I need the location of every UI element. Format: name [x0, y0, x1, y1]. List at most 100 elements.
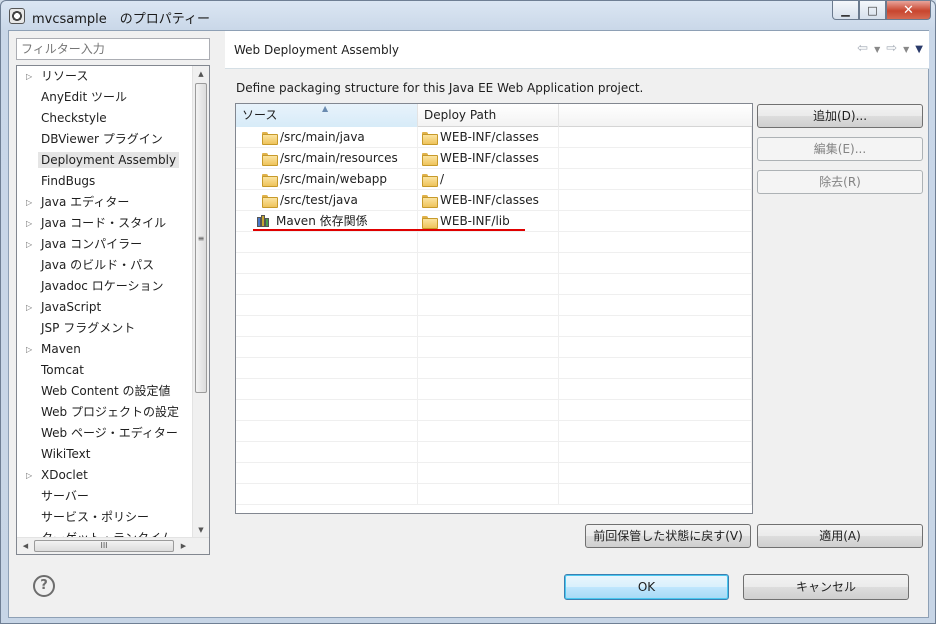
table-row[interactable]: /src/test/java WEB-INF/classes	[236, 190, 752, 211]
tree-item[interactable]: Tomcat	[17, 360, 197, 381]
empty-cell	[236, 358, 418, 379]
empty-cell	[236, 295, 418, 316]
cancel-button[interactable]: キャンセル	[743, 574, 909, 600]
ok-button[interactable]: OK	[564, 574, 729, 600]
expand-arrow-icon[interactable]: ▷	[26, 234, 32, 255]
view-menu-icon[interactable]: ▼	[915, 41, 923, 58]
tree-item[interactable]: JSP フラグメント	[17, 318, 197, 339]
empty-cell	[418, 400, 559, 421]
tree-item[interactable]: AnyEdit ツール	[17, 87, 197, 108]
column-header-deploy-path[interactable]: Deploy Path	[418, 104, 559, 127]
tree-item[interactable]: WikiText	[17, 444, 197, 465]
source-cell: /src/main/webapp	[236, 169, 418, 190]
restore-defaults-button[interactable]: 前回保管した状態に戻す(V)	[585, 524, 751, 548]
tree-item[interactable]: ▷ JavaScript	[17, 297, 197, 318]
add-button[interactable]: 追加(D)...	[757, 104, 923, 128]
tree-item[interactable]: サービス・ポリシー	[17, 507, 197, 528]
expand-arrow-icon[interactable]: ▷	[26, 297, 32, 318]
source-cell: /src/test/java	[236, 190, 418, 211]
folder-icon	[422, 174, 438, 187]
minimize-button[interactable]: ▁	[832, 1, 859, 20]
empty-cell	[418, 337, 559, 358]
tree-item-label: Java コード・スタイル	[41, 216, 167, 230]
tree-item-label: Java のビルド・パス	[41, 258, 155, 272]
back-arrow-icon[interactable]: ⇦	[857, 41, 868, 58]
empty-cell	[559, 337, 752, 358]
empty-table-row	[236, 442, 752, 463]
tree-item[interactable]: Web プロジェクトの設定	[17, 402, 197, 423]
tree-item-label: Java コンパイラー	[41, 237, 143, 251]
highlight-underline	[253, 229, 525, 231]
close-button[interactable]: ✕	[886, 1, 931, 20]
property-page-tree: ▷ リソース AnyEdit ツール Checkstyle DBViewer プラグイン…	[16, 65, 210, 555]
deploy-path-label: /	[440, 172, 445, 186]
empty-cell	[418, 421, 559, 442]
expand-arrow-icon[interactable]: ▷	[26, 213, 32, 234]
back-dropdown-icon[interactable]: ▼	[874, 41, 880, 58]
forward-dropdown-icon[interactable]: ▼	[903, 41, 909, 58]
empty-cell	[236, 253, 418, 274]
eclipse-app-icon	[9, 8, 25, 24]
source-label: Maven 依存関係	[276, 214, 368, 228]
empty-table-row	[236, 316, 752, 337]
tree-item-label: Javadoc ロケーション	[41, 279, 164, 293]
expand-arrow-icon[interactable]: ▷	[26, 465, 32, 486]
tree-item[interactable]: ▷ リソース	[17, 66, 197, 87]
horizontal-scroll-thumb[interactable]: III	[34, 540, 174, 552]
expand-arrow-icon[interactable]: ▷	[26, 339, 32, 360]
help-icon[interactable]: ?	[33, 575, 55, 597]
column-header-source[interactable]: ▲ ソース	[236, 104, 418, 127]
scroll-up-arrow-icon[interactable]: ▲	[193, 66, 209, 83]
table-row[interactable]: /src/main/webapp /	[236, 169, 752, 190]
maximize-button[interactable]: □	[859, 1, 886, 20]
tree-item-label: Java エディター	[41, 195, 130, 209]
empty-table-row	[236, 484, 752, 505]
empty-table-row	[236, 421, 752, 442]
folder-icon	[262, 132, 278, 145]
scroll-thumb[interactable]: ≡	[195, 83, 207, 393]
tree-item[interactable]: ▷ Java コンパイラー	[17, 234, 197, 255]
empty-cell	[559, 127, 752, 148]
tree-item-label: リソース	[41, 69, 89, 83]
source-label: /src/main/resources	[280, 151, 398, 165]
expand-arrow-icon[interactable]: ▷	[26, 192, 32, 213]
forward-arrow-icon[interactable]: ⇨	[886, 41, 897, 58]
tree-vertical-scrollbar[interactable]: ▲ ≡ ▼	[192, 66, 209, 539]
filter-input[interactable]	[16, 38, 210, 60]
folder-icon	[422, 195, 438, 208]
tree-item[interactable]: ▷ Java コード・スタイル	[17, 213, 197, 234]
tree-item[interactable]: ▷ XDoclet	[17, 465, 197, 486]
tree-item-label: XDoclet	[41, 468, 88, 482]
tree-item[interactable]: Web ページ・エディター	[17, 423, 197, 444]
table-row[interactable]: /src/main/resources WEB-INF/classes	[236, 148, 752, 169]
edit-button[interactable]: 編集(E)...	[757, 137, 923, 161]
empty-cell	[559, 211, 752, 232]
apply-button[interactable]: 適用(A)	[757, 524, 923, 548]
tree-item[interactable]: ▷ Maven	[17, 339, 197, 360]
tree-item[interactable]: Web Content の設定値	[17, 381, 197, 402]
table-row[interactable]: /src/main/java WEB-INF/classes	[236, 127, 752, 148]
scroll-right-arrow-icon[interactable]: ▶	[175, 538, 192, 554]
deploy-path-label: WEB-INF/lib	[440, 214, 510, 228]
empty-table-row	[236, 274, 752, 295]
tree-item[interactable]: Java のビルド・パス	[17, 255, 197, 276]
tree-item-label: DBViewer プラグイン	[41, 132, 163, 146]
scroll-left-arrow-icon[interactable]: ◀	[17, 538, 34, 554]
tree-item[interactable]: FindBugs	[17, 171, 197, 192]
empty-cell	[236, 316, 418, 337]
tree-item[interactable]: Deployment Assembly	[17, 150, 197, 171]
empty-cell	[559, 232, 752, 253]
tree-item-label: サーバー	[41, 489, 89, 503]
column-header-empty	[559, 104, 752, 127]
tree-item[interactable]: サーバー	[17, 486, 197, 507]
tree-item[interactable]: Javadoc ロケーション	[17, 276, 197, 297]
tree-horizontal-scrollbar[interactable]: ◀ III ▶	[17, 537, 209, 554]
tree-item[interactable]: DBViewer プラグイン	[17, 129, 197, 150]
expand-arrow-icon[interactable]: ▷	[26, 66, 32, 87]
table-header: ▲ ソース Deploy Path	[236, 104, 752, 127]
tree-item[interactable]: Checkstyle	[17, 108, 197, 129]
tree-item[interactable]: ▷ Java エディター	[17, 192, 197, 213]
remove-button[interactable]: 除去(R)	[757, 170, 923, 194]
empty-cell	[236, 379, 418, 400]
empty-cell	[236, 421, 418, 442]
